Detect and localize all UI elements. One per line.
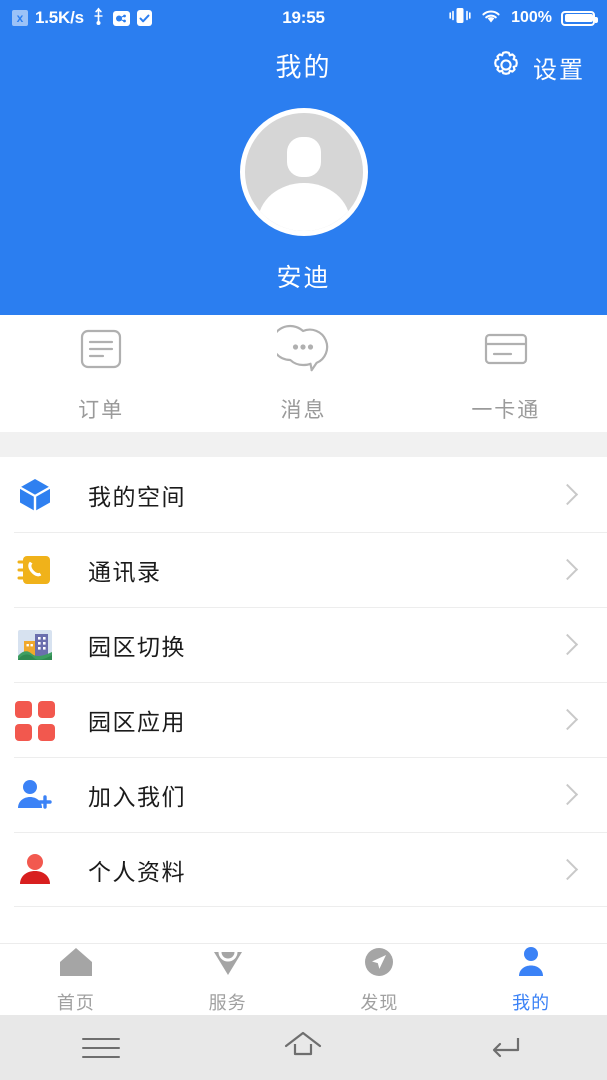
menu-item-contacts[interactable]: 通讯录 [0, 532, 607, 607]
quick-action-card[interactable]: 一卡通 [405, 315, 607, 432]
system-navigation-bar [0, 1015, 607, 1080]
avatar-block[interactable]: 安迪 [0, 108, 607, 294]
avatar-body [257, 183, 350, 231]
menu-item-my-space[interactable]: 我的空间 [0, 457, 607, 532]
menu-item-label: 加入我们 [88, 783, 186, 810]
compass-icon [360, 945, 398, 984]
user-name: 安迪 [276, 264, 331, 292]
title-bar: 我的 设置 [0, 42, 607, 92]
menu-item-join-us[interactable]: 加入我们 [0, 757, 607, 832]
chevron-right-icon [556, 783, 579, 805]
system-back-button[interactable] [405, 1015, 607, 1080]
battery-icon [561, 10, 598, 26]
chevron-right-icon [556, 558, 579, 580]
chevron-right-icon [556, 858, 579, 880]
tab-label: 我的 [512, 992, 551, 1013]
tab-discover[interactable]: 发现 [304, 944, 456, 1015]
tab-home[interactable]: 首页 [0, 944, 152, 1015]
tab-label: 服务 [208, 992, 247, 1013]
person-profile-icon [14, 849, 56, 891]
gear-icon [490, 49, 522, 86]
quick-actions: 订单 消息 一卡通 [0, 315, 607, 432]
system-menu-button[interactable] [0, 1015, 202, 1080]
home-icon [57, 945, 95, 984]
apps-grid-icon [14, 699, 56, 741]
gem-icon [209, 945, 247, 984]
status-bar: x 1.5K/s 19:55 100% [0, 0, 607, 36]
quick-action-label: 订单 [78, 399, 125, 422]
chevron-right-icon [556, 633, 579, 655]
profile-header: x 1.5K/s 19:55 100% 我的 设置 安迪 [0, 0, 607, 315]
quick-action-message[interactable]: 消息 [202, 315, 404, 432]
quick-action-label: 消息 [280, 399, 327, 422]
campus-switch-icon [14, 624, 56, 666]
address-book-icon [14, 549, 56, 591]
add-person-icon [14, 774, 56, 816]
quick-action-order[interactable]: 订单 [0, 315, 202, 432]
chevron-right-icon [556, 483, 579, 505]
order-document-icon [75, 323, 127, 380]
settings-button[interactable]: 设置 [490, 42, 585, 92]
avatar[interactable] [239, 108, 368, 236]
app-screen: x 1.5K/s 19:55 100% 我的 设置 安迪 订单 消息 一卡通 我… [0, 0, 607, 1080]
person-icon [512, 945, 550, 984]
section-divider [0, 432, 607, 457]
cube-icon [14, 474, 56, 516]
tab-label: 首页 [56, 992, 95, 1013]
system-home-button[interactable] [202, 1015, 404, 1080]
menu-item-profile[interactable]: 个人资料 [0, 832, 607, 907]
bottom-tabbar: 首页 服务 发现 我的 [0, 943, 607, 1015]
menu-item-label: 园区应用 [88, 708, 186, 735]
menu-icon [82, 1031, 121, 1065]
menu-item-label: 通讯录 [88, 558, 162, 585]
quick-action-label: 一卡通 [471, 399, 541, 422]
menu-item-label: 个人资料 [88, 858, 186, 885]
tab-mine[interactable]: 我的 [455, 944, 607, 1015]
menu-item-label: 我的空间 [88, 483, 186, 510]
menu-item-campus-switch[interactable]: 园区切换 [0, 607, 607, 682]
message-bubble-icon [271, 323, 329, 380]
tab-service[interactable]: 服务 [152, 944, 304, 1015]
back-icon [486, 1030, 526, 1065]
chevron-right-icon [556, 708, 579, 730]
tab-label: 发现 [360, 992, 399, 1013]
avatar-head [286, 137, 321, 177]
home-outline-icon [281, 1030, 325, 1065]
menu-list: 我的空间 通讯录 园区切换 园区应用 加入我们 个人资料 [0, 457, 607, 907]
card-icon [480, 323, 532, 380]
status-bar-clock: 19:55 [282, 8, 325, 27]
menu-item-campus-apps[interactable]: 园区应用 [0, 682, 607, 757]
menu-item-label: 园区切换 [88, 633, 186, 660]
settings-label: 设置 [533, 56, 585, 84]
